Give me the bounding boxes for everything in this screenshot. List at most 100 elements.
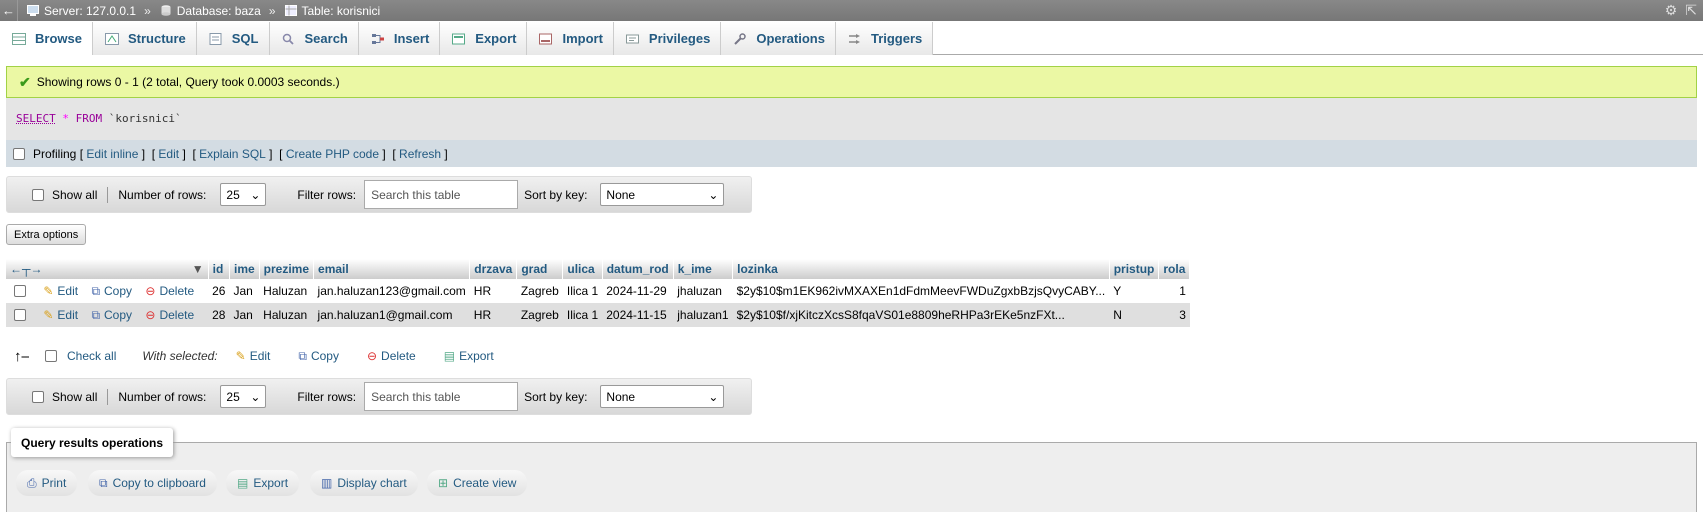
column-header[interactable]: drzava xyxy=(469,259,518,279)
cell-grad[interactable]: Zagreb xyxy=(516,279,563,303)
column-header[interactable]: prezime xyxy=(259,259,315,279)
row-copy-button[interactable]: ⧉ Copy xyxy=(91,284,132,299)
filter-rows-input[interactable]: Search this table xyxy=(364,180,519,209)
breadcrumb-database[interactable]: Database: baza xyxy=(160,4,261,18)
column-header[interactable]: id xyxy=(208,259,230,279)
cell-datum-rod[interactable]: 2024-11-29 xyxy=(602,279,674,303)
edit-inline-link[interactable]: Edit inline xyxy=(86,147,138,161)
row-edit-button[interactable]: ✎ Edit xyxy=(43,284,78,298)
tab-browse[interactable]: Browse xyxy=(0,22,93,55)
cell-drzava[interactable]: HR xyxy=(469,279,517,303)
sort-triangle-icon[interactable]: ▼ xyxy=(192,262,204,276)
row-edit-button[interactable]: ✎ Edit xyxy=(43,308,78,322)
export-button[interactable]: ▤ Export xyxy=(226,470,300,496)
divider xyxy=(107,186,109,203)
column-arrows-icon[interactable]: ←┬→ xyxy=(10,262,43,276)
bulk-edit-button[interactable]: ✎ Edit xyxy=(236,349,271,363)
show-all-checkbox[interactable] xyxy=(32,390,44,403)
copy-to-clipboard-button[interactable]: ⧉ Copy to clipboard xyxy=(88,470,217,496)
back-arrow-icon[interactable]: ← xyxy=(0,0,18,21)
tab-privileges[interactable]: Privileges xyxy=(613,22,722,55)
sort-by-key-select[interactable]: None ⌄ xyxy=(600,385,725,408)
column-header[interactable]: ime xyxy=(229,259,260,279)
column-header[interactable]: rola xyxy=(1158,259,1191,279)
cell-lozinka[interactable]: $2y$10$f/xjKitczXcsS8fqaVS01e8809heRHPa3… xyxy=(732,303,1110,327)
display-chart-button[interactable]: ▥ Display chart xyxy=(310,470,418,496)
collapse-icon[interactable]: ⇱ xyxy=(1685,2,1697,19)
number-of-rows-select[interactable]: 25 ⌄ xyxy=(220,385,267,408)
tab-export[interactable]: Export xyxy=(440,22,528,55)
cell-id[interactable]: 26 xyxy=(208,279,230,303)
cell-rola[interactable]: 3 xyxy=(1158,303,1190,327)
bulk-copy-button[interactable]: ⧉ Copy xyxy=(298,349,339,364)
tab-search[interactable]: Search xyxy=(269,22,359,55)
triggers-icon xyxy=(848,33,860,44)
extra-options-button[interactable]: Extra options xyxy=(6,224,87,245)
sort-by-key-label: Sort by key: xyxy=(524,389,588,404)
row-delete-label: Delete xyxy=(159,307,195,322)
cell-ulica[interactable]: Ilica 1 xyxy=(562,279,603,303)
table-row: ✎ Edit ⧉ Copy ⊖ Delete 28 Jan Haluzan jan.h… xyxy=(6,303,1190,327)
cell-k-ime[interactable]: jhaluzan xyxy=(673,279,733,303)
display-chart-label: Display chart xyxy=(337,476,407,490)
row-delete-button[interactable]: ⊖ Delete xyxy=(145,308,194,322)
bulk-delete-button[interactable]: ⊖ Delete xyxy=(367,349,416,363)
explain-sql-link[interactable]: Explain SQL xyxy=(199,147,266,161)
column-header[interactable]: ulica xyxy=(562,259,603,279)
pencil-icon: ✎ xyxy=(43,307,54,322)
cell-rola[interactable]: 1 xyxy=(1158,279,1190,303)
tab-insert[interactable]: Insert xyxy=(358,22,441,55)
row-copy-button[interactable]: ⧉ Copy xyxy=(91,308,132,323)
tab-import[interactable]: Import xyxy=(527,22,614,55)
cell-drzava[interactable]: HR xyxy=(469,303,517,327)
breadcrumb-table[interactable]: Table: korisnici xyxy=(284,4,380,18)
cell-email[interactable]: jan.haluzan123@gmail.com xyxy=(313,279,470,303)
bulk-export-button[interactable]: ▤ Export xyxy=(444,349,494,363)
column-header[interactable]: grad xyxy=(516,259,564,279)
cell-prezime[interactable]: Haluzan xyxy=(259,303,314,327)
profiling-checkbox[interactable] xyxy=(13,147,25,160)
number-of-rows-select[interactable]: 25 ⌄ xyxy=(220,183,267,206)
row-checkbox[interactable] xyxy=(14,285,26,298)
settings-gear-icon[interactable]: ⚙ xyxy=(1665,2,1678,19)
column-header[interactable]: lozinka xyxy=(732,259,1110,279)
with-selected-bar: ↑⎯ Check all With selected: ✎ Edit ⧉ Copy … xyxy=(14,346,494,366)
refresh-link[interactable]: Refresh xyxy=(399,147,441,161)
cell-datum-rod[interactable]: 2024-11-15 xyxy=(602,303,674,327)
column-header[interactable]: datum_rod xyxy=(602,259,674,279)
row-checkbox[interactable] xyxy=(14,309,26,322)
navigation-bar-top: Show all Number of rows: 25 ⌄ Filter row… xyxy=(6,176,752,213)
show-all-checkbox[interactable] xyxy=(32,188,44,201)
tab-structure[interactable]: Structure xyxy=(92,22,197,55)
check-all-checkbox[interactable] xyxy=(45,350,58,362)
tab-triggers[interactable]: Triggers xyxy=(835,22,934,55)
column-header[interactable]: pristup xyxy=(1109,259,1160,279)
cell-ulica[interactable]: Ilica 1 xyxy=(562,303,603,327)
cell-pristup[interactable]: N xyxy=(1109,303,1159,327)
cell-lozinka[interactable]: $2y$10$m1EK962ivMXAXEn1dFdmMeevFWDuZgxbB… xyxy=(732,279,1110,303)
row-delete-button[interactable]: ⊖ Delete xyxy=(145,284,194,298)
tab-sql[interactable]: SQL xyxy=(196,22,270,55)
cell-pristup[interactable]: Y xyxy=(1109,279,1159,303)
column-header[interactable]: k_ime xyxy=(673,259,734,279)
print-button[interactable]: ⎙ Print xyxy=(16,470,78,496)
cell-ime[interactable]: Jan xyxy=(229,303,260,327)
edit-link[interactable]: Edit xyxy=(158,147,179,161)
check-all-label[interactable]: Check all xyxy=(67,349,116,363)
cell-prezime[interactable]: Haluzan xyxy=(259,279,314,303)
table-icon xyxy=(284,5,297,16)
tab-operations[interactable]: Operations xyxy=(721,22,836,55)
column-header[interactable]: email xyxy=(313,259,471,279)
cell-email[interactable]: jan.haluzan1@gmail.com xyxy=(313,303,470,327)
cell-ime[interactable]: Jan xyxy=(229,279,260,303)
delete-icon: ⊖ xyxy=(145,307,156,322)
cell-k-ime[interactable]: jhaluzan1 xyxy=(673,303,733,327)
create-php-code-link[interactable]: Create PHP code xyxy=(286,147,379,161)
filter-rows-input[interactable]: Search this table xyxy=(364,382,519,411)
cell-id[interactable]: 28 xyxy=(208,303,230,327)
create-view-button[interactable]: ⊞ Create view xyxy=(427,470,528,496)
cell-grad[interactable]: Zagreb xyxy=(516,303,563,327)
sort-by-key-select[interactable]: None ⌄ xyxy=(600,183,725,206)
breadcrumb-server[interactable]: Server: 127.0.0.1 xyxy=(27,4,136,18)
copy-icon: ⧉ xyxy=(298,348,307,363)
